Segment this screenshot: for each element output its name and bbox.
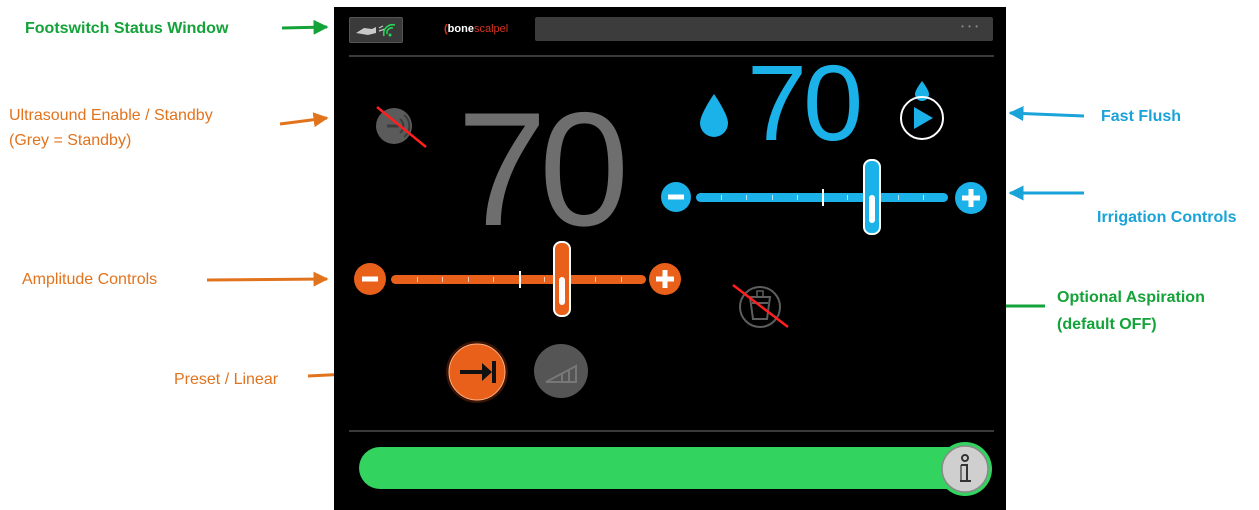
irrigation-slider-track[interactable] [696,159,948,235]
arrow-ultrasound [279,112,329,128]
info-button[interactable] [936,440,994,498]
irrigation-increase-button[interactable] [954,181,988,215]
irrigation-slider-tick [721,195,722,200]
preset-mode-button[interactable] [444,339,510,405]
irrigation-slider-thumb[interactable] [863,159,881,235]
arrow-footswitch [281,19,329,35]
callout-irrigation: Irrigation Controls [1097,209,1237,226]
callout-aspiration-line2: (default OFF) [1057,316,1157,333]
irrigation-decrease-button[interactable] [660,181,692,213]
irrigation-slider-thumb-fill [869,195,875,223]
irrigation-slider-tick [847,195,848,200]
status-progress-bar [359,447,969,489]
irrigation-slider-tick [822,189,824,206]
arrow-amplitude [206,271,329,287]
device-screen: (bonescalpel • • • 70 70 [334,7,1006,510]
status-message-bar: • • • [535,17,993,41]
irrigation-slider-tick [923,195,924,200]
callout-ultrasound-line2: (Grey = Standby) [9,132,132,149]
menu-dots[interactable]: • • • [961,22,979,31]
amplitude-slider-tick [493,277,494,282]
logo-bone-text: bone [447,23,474,35]
irrigation-value: 70 [747,42,863,163]
amplitude-slider-tick [544,277,545,282]
amplitude-value: 70 [457,79,629,260]
amplitude-slider-tick [519,271,521,288]
amplitude-decrease-button[interactable] [353,262,387,296]
aspiration-button[interactable] [728,277,798,337]
ultrasound-standby-button[interactable] [370,103,430,151]
amplitude-slider-tick [442,277,443,282]
amplitude-slider-thumb-fill [559,277,565,305]
fast-flush-play-icon [900,81,944,140]
irrigation-slider-tick [746,195,747,200]
amplitude-slider-tick [417,277,418,282]
callout-footswitch: Footswitch Status Window [25,20,229,37]
bottom-divider [349,430,994,432]
fast-flush-button[interactable] [898,77,946,143]
arrow-fast-flush [1008,106,1085,122]
callout-fast-flush: Fast Flush [1101,108,1182,125]
callout-ultrasound-line1: Ultrasound Enable / Standby [9,107,213,124]
callout-aspiration-line1: Optional Aspiration [1057,289,1205,306]
irrigation-controls [660,159,990,235]
logo-scalpel-text: scalpel [473,23,509,35]
amplitude-slider-tick [468,277,469,282]
amplitude-slider-track[interactable] [391,241,646,317]
footswitch-wireless-icon [356,23,396,37]
irrigation-slider-tick [797,195,798,200]
amplitude-slider-tick [595,277,596,282]
amplitude-slider-tick [621,277,622,282]
callout-amplitude: Amplitude Controls [22,271,158,288]
irrigation-slider-tick [898,195,899,200]
footswitch-status-window [349,17,403,43]
top-divider [349,55,994,57]
linear-mode-button[interactable] [532,342,590,400]
amplitude-increase-button[interactable] [648,262,682,296]
amplitude-controls [353,241,683,317]
callout-preset: Preset / Linear [174,371,279,388]
irrigation-slider-tick [772,195,773,200]
amplitude-slider-thumb[interactable] [553,241,571,317]
droplet-icon [700,94,728,137]
brand-logo: (bonescalpel [444,23,509,35]
